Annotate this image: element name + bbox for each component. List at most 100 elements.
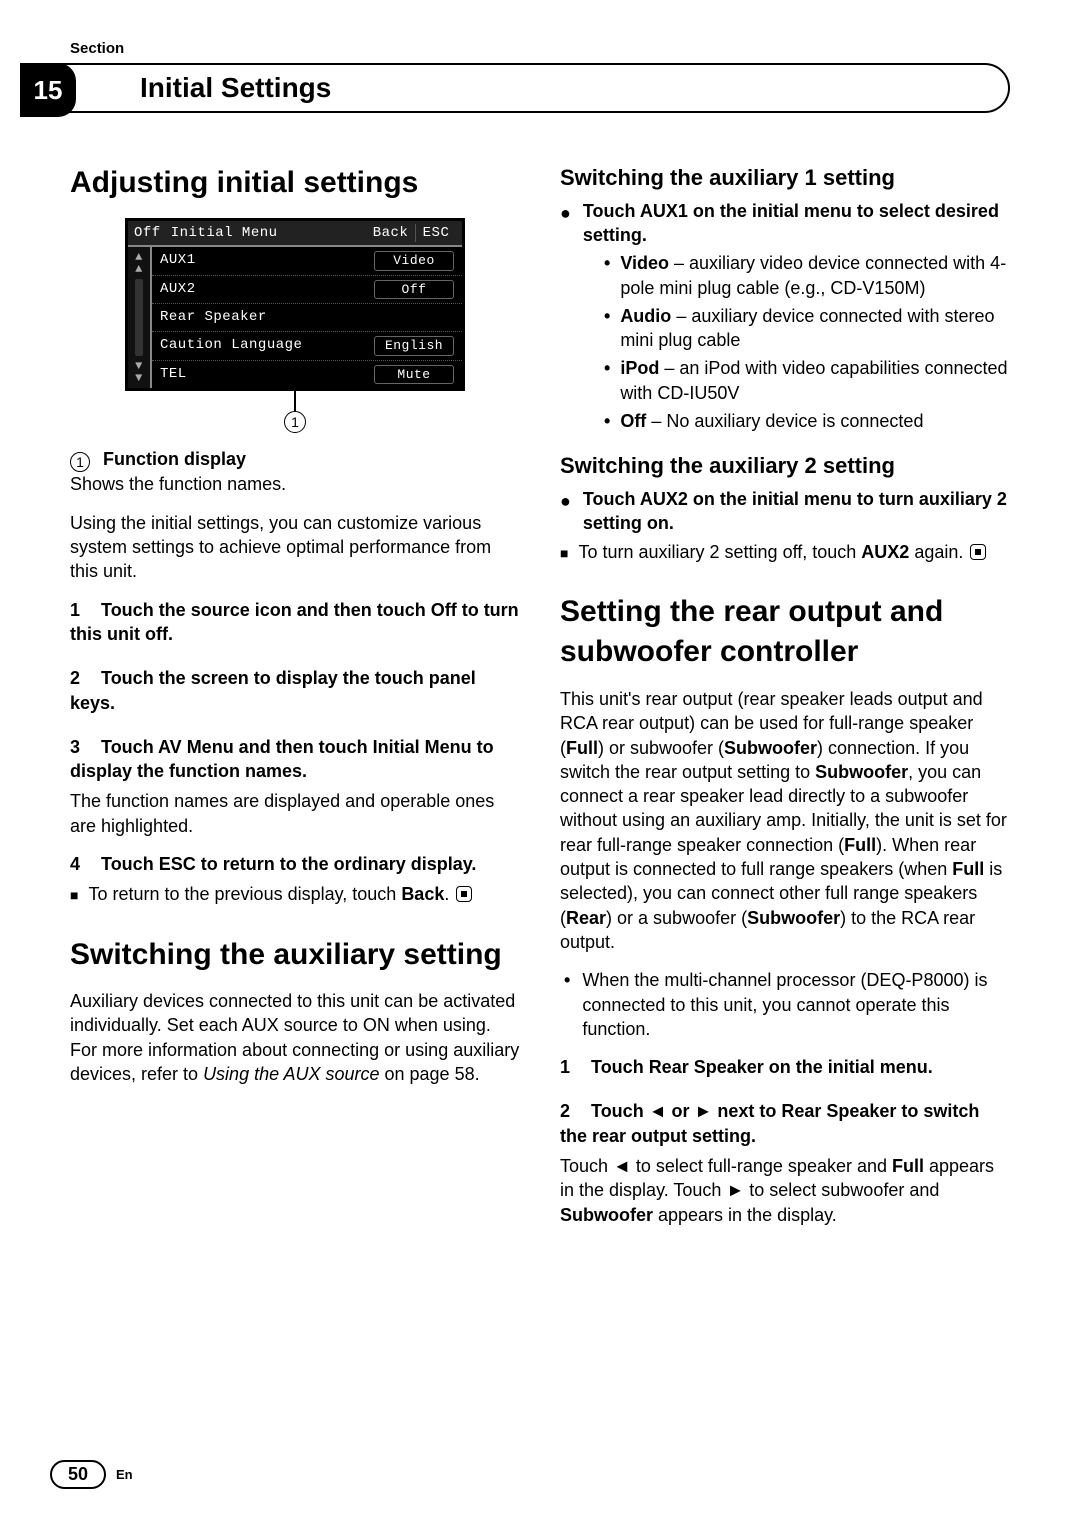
option-desc: – auxiliary video device connected with … [620,253,1006,297]
step-4: 4 Touch ESC to return to the ordinary di… [70,852,520,876]
left-column: Adjusting initial settings Off Initial M… [70,163,520,1241]
scroll-down-icon: ▼▼ [135,360,143,384]
bullet-icon: • [604,304,610,353]
step-number: 3 [70,737,80,757]
heading-auxiliary-1-setting: Switching the auxiliary 1 setting [560,163,1010,193]
note-back-label: Back [401,884,444,904]
bold-full: Full [952,859,984,879]
row-value: Video [374,251,454,271]
option-desc: – auxiliary device connected with stereo… [620,306,994,350]
screenshot-row-aux2: AUX2 Off [152,276,462,305]
bold-full: Full [566,738,598,758]
option-desc: – an iPod with video capabilities connec… [620,358,1007,402]
step-text: Touch ◄ or ► next to Rear Speaker to swi… [560,1101,979,1145]
note-text: again. [914,542,963,562]
note-aux2-label: AUX2 [861,542,909,562]
text: ) or subwoofer ( [598,738,724,758]
option-label: iPod [620,358,659,378]
scroll-up-icon: ▲▲ [135,251,143,275]
screenshot-row-tel: TEL Mute [152,361,462,389]
row-label: TEL [160,365,374,385]
step-text: Touch the screen to display the touch pa… [70,668,476,712]
bold-subwoofer: Subwoofer [724,738,817,758]
heading-switching-auxiliary-setting: Switching the auxiliary setting [70,935,520,976]
function-display-title: Function display [103,449,246,469]
initial-menu-figure: Off Initial Menu Back ESC ▲▲ ▼▼ AUX1 Vid… [125,218,465,434]
bold-rear: Rear [566,908,606,928]
step-1: 1 Touch the source icon and then touch O… [70,598,520,647]
text: appears in the display. [653,1205,837,1225]
rear-step-2-continuation: Touch ◄ to select full-range speaker and… [560,1154,1010,1227]
bullet-icon: • [604,356,610,405]
heading-adjusting-initial-settings: Adjusting initial settings [70,163,520,204]
screenshot-off-label: Off [134,224,161,243]
step-3: 3 Touch AV Menu and then touch Initial M… [70,735,520,784]
screenshot-esc-button: ESC [416,224,456,243]
row-label: AUX1 [160,251,374,271]
aux1-option-off: • Off – No auxiliary device is connected [560,409,1010,433]
bold-subwoofer: Subwoofer [747,908,840,928]
step-3-continuation: The function names are displayed and ope… [70,789,520,838]
step-2: 2 Touch the screen to display the touch … [70,666,520,715]
step-number: 1 [560,1057,570,1077]
text: Touch ◄ to select full-range speaker and [560,1156,892,1176]
screenshot-scrollbar: ▲▲ ▼▼ [128,247,152,388]
option-label: Off [620,411,646,431]
note-bullet-icon: ■ [560,544,568,563]
step-text: Touch ESC to return to the ordinary disp… [101,854,476,874]
rear-output-paragraph: This unit's rear output (rear speaker le… [560,687,1010,954]
end-of-section-icon [456,886,472,902]
aux1-option-audio: • Audio – auxiliary device connected wit… [560,304,1010,353]
filled-circle-icon: ● [560,489,571,536]
aux1-option-ipod: • iPod – an iPod with video capabilities… [560,356,1010,405]
screenshot-back-button: Back [366,224,416,243]
bold-subwoofer: Subwoofer [815,762,908,782]
note-period: . [444,884,449,904]
step-text: Touch Rear Speaker on the initial menu. [591,1057,933,1077]
aux1-lead-text: Touch AUX1 on the initial menu to select… [583,199,1010,248]
page-footer: 50 En [50,1460,133,1489]
row-value: Mute [374,365,454,385]
aux2-lead-text: Touch AUX2 on the initial menu to turn a… [583,487,1010,536]
note-bullet-icon: ■ [70,886,78,905]
text: ) or a subwoofer ( [606,908,747,928]
right-column: Switching the auxiliary 1 setting ● Touc… [560,163,1010,1241]
section-number: 15 [20,63,76,117]
screenshot-row-aux1: AUX1 Video [152,247,462,276]
row-label: Rear Speaker [160,308,454,327]
rear-step-2: 2 Touch ◄ or ► next to Rear Speaker to s… [560,1099,1010,1148]
callout-number-1-icon: 1 [70,452,90,472]
row-value: Off [374,280,454,300]
function-display-desc: Shows the function names. [70,474,286,494]
function-display-callout: 1 Function display Shows the function na… [70,447,520,496]
page-language: En [116,1467,133,1482]
aux2-note: ■ To turn auxiliary 2 setting off, touch… [560,540,1010,564]
chapter-title: Initial Settings [140,72,331,104]
bullet-icon: • [604,409,610,433]
option-desc: – No auxiliary device is connected [646,411,923,431]
step-number: 4 [70,854,80,874]
bullet-icon: • [604,251,610,300]
screenshot-row-rear-speaker: Rear Speaker [152,304,462,332]
bullet-icon: • [564,968,570,1041]
bold-full: Full [892,1156,924,1176]
page-number: 50 [50,1460,106,1489]
bold-full: Full [844,835,876,855]
heading-auxiliary-2-setting: Switching the auxiliary 2 setting [560,451,1010,481]
aux1-lead-instruction: ● Touch AUX1 on the initial menu to sele… [560,199,1010,248]
figure-callout-1: 1 [284,411,306,433]
text: on page 58. [385,1064,480,1084]
rear-note-bullet: • When the multi-channel processor (DEQ-… [560,968,1010,1041]
bold-subwoofer: Subwoofer [560,1205,653,1225]
end-of-section-icon [970,544,986,560]
aux1-option-video: • Video – auxiliary video device connect… [560,251,1010,300]
screenshot-row-caution-language: Caution Language English [152,332,462,361]
section-label: Section [70,40,1010,57]
option-label: Audio [620,306,671,326]
filled-circle-icon: ● [560,201,571,248]
rear-note-text: When the multi-channel processor (DEQ-P8… [582,968,1010,1041]
step-number: 2 [70,668,80,688]
step-number: 1 [70,600,80,620]
intro-paragraph: Using the initial settings, you can cust… [70,511,520,584]
step-number: 2 [560,1101,570,1121]
